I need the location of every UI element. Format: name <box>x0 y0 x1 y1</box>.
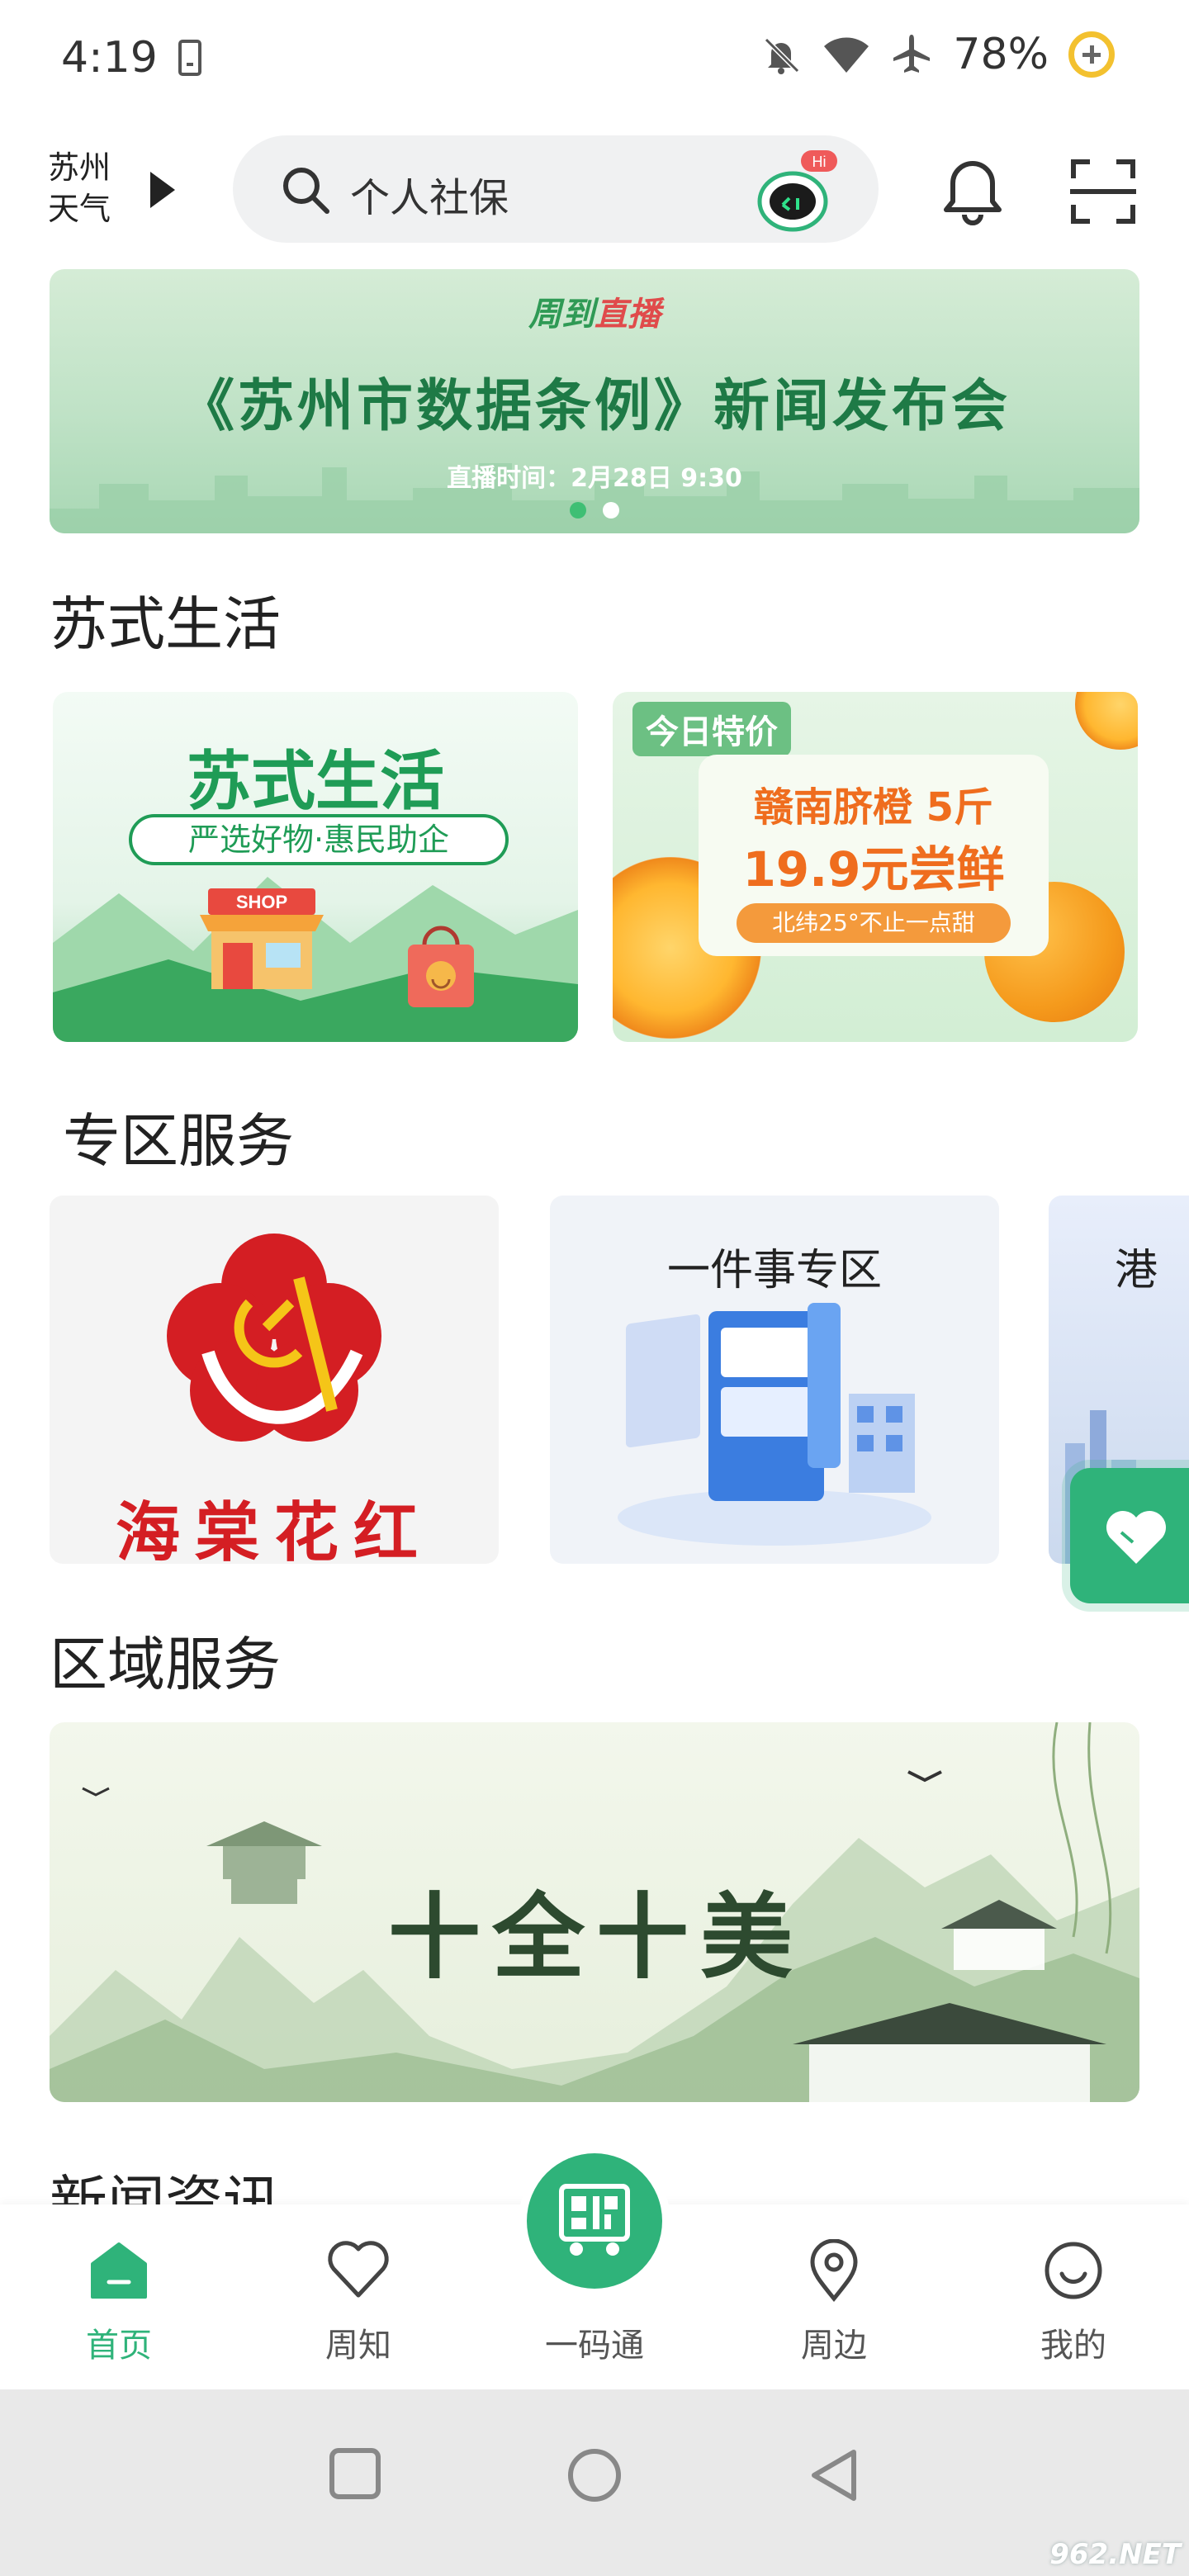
partial-zone-title: 港 <box>1115 1246 1158 1295</box>
play-arrow-icon[interactable] <box>150 172 175 208</box>
shop-sign: SHOP <box>236 892 287 912</box>
region-banner[interactable]: 十全十美 <box>50 1722 1139 2102</box>
party-emblem-icon <box>167 1234 381 1442</box>
zone-card-one-thing[interactable]: 一件事专区 <box>550 1196 999 1564</box>
recents-button[interactable] <box>329 2447 381 2500</box>
search-placeholder: 个人社保 <box>350 175 509 221</box>
mute-icon <box>765 37 800 74</box>
region-banner-text: 十全十美 <box>388 1883 804 1991</box>
shopping-bag-icon <box>408 926 474 1007</box>
system-nav-bar: 962.NET <box>0 2389 1189 2576</box>
qr-code-icon <box>559 2184 630 2256</box>
search-bar[interactable]: 个人社保 Hi <box>233 135 879 243</box>
one-thing-title: 一件事专区 <box>666 1246 882 1295</box>
carousel-dots <box>50 502 1139 519</box>
today-special-tag: 今日特价 <box>632 702 791 756</box>
tab-notice[interactable]: 周知 <box>276 2204 441 2389</box>
banner-logo-suffix: 直播 <box>594 296 661 334</box>
banner-logo-prefix: 周到 <box>528 296 594 334</box>
section-title-zone: 专区服务 <box>63 1107 294 1175</box>
status-bar: 4:19 78% <box>0 0 1189 124</box>
live-banner[interactable]: 周到直播 《苏州市数据条例》新闻发布会 直播时间：2月28日 9:30 <box>50 269 1139 533</box>
watermark: 962.NET <box>1049 2538 1181 2571</box>
offer-panel: 赣南脐橙 5斤 19.9元尝鲜 北纬25°不止一点甜 <box>699 755 1049 956</box>
life-card-special-offer[interactable]: 今日特价 赣南脐橙 5斤 19.9元尝鲜 北纬25°不止一点甜 <box>613 692 1138 1042</box>
status-time: 4:19 <box>61 33 158 83</box>
home-button[interactable] <box>566 2447 623 2503</box>
airplane-icon <box>893 35 931 73</box>
tab-home[interactable]: 首页 <box>36 2204 201 2389</box>
tab-mine[interactable]: 我的 <box>991 2204 1156 2389</box>
home-icon <box>91 2242 147 2299</box>
orange-corner-illustration <box>1075 692 1138 750</box>
banner-subtitle: 直播时间：2月28日 9:30 <box>447 464 742 493</box>
tab-qrcode-label: 一码通 <box>545 2327 644 2365</box>
location-pin-icon <box>810 2239 858 2302</box>
banner-logo: 周到直播 <box>50 287 1139 335</box>
heart-icon <box>328 2241 389 2298</box>
tab-nearby-label: 周边 <box>801 2327 867 2365</box>
banner-title: 《苏州市数据条例》新闻发布会 <box>178 374 1011 439</box>
haitang-text: 海棠花红 <box>115 1495 433 1564</box>
bell-icon[interactable] <box>938 157 1007 226</box>
download-icon <box>178 40 201 76</box>
offer-price: 19.9元尝鲜 <box>742 841 1005 897</box>
battery-saver-icon <box>1068 31 1115 78</box>
weather-label: 天气 <box>48 191 111 227</box>
back-button[interactable] <box>808 2447 860 2503</box>
weather-city: 苏州 <box>48 149 111 186</box>
scan-icon[interactable] <box>1068 157 1138 226</box>
search-icon <box>283 168 329 214</box>
smiley-icon <box>1045 2242 1102 2299</box>
header: 苏州 天气 个人社保 Hi <box>0 132 1189 248</box>
mascot-badge: Hi <box>812 154 827 170</box>
life-left-title: 苏式生活 <box>186 745 444 819</box>
zone-card-haitang[interactable]: 海棠花红 <box>50 1196 499 1564</box>
tab-nearby[interactable]: 周边 <box>751 2204 917 2389</box>
zone-carousel[interactable]: 海棠花红 一件事专区 港 <box>0 1196 1189 1567</box>
shop-icon: SHOP <box>200 888 324 989</box>
offer-slogan: 北纬25°不止一点甜 <box>737 903 1011 943</box>
qr-code-button[interactable] <box>527 2153 662 2289</box>
battery-text: 78% <box>953 30 1049 79</box>
favorite-float-button[interactable] <box>1070 1468 1189 1603</box>
life-left-subtitle: 严选好物·惠民助企 <box>129 814 509 865</box>
carousel-dot-2[interactable] <box>603 502 619 519</box>
offer-product: 赣南脐橙 5斤 <box>753 784 994 831</box>
section-title-life: 苏式生活 <box>50 590 281 658</box>
wifi-icon <box>824 37 869 73</box>
life-card-shopping[interactable]: 苏式生活 严选好物·惠民助企 SHOP <box>53 692 578 1042</box>
documents-illustration <box>618 1303 931 1546</box>
status-icons: 78% <box>760 30 1115 79</box>
heart-icon <box>1106 1511 1166 1564</box>
section-title-region: 区域服务 <box>50 1631 281 1698</box>
tab-home-label: 首页 <box>86 2327 152 2365</box>
tab-mine-label: 我的 <box>1040 2327 1106 2365</box>
mascot-icon[interactable]: Hi <box>751 147 842 236</box>
carousel-dot-1[interactable] <box>570 502 586 519</box>
tab-notice-label: 周知 <box>325 2327 391 2365</box>
weather-button[interactable]: 苏州 天气 <box>48 147 111 230</box>
